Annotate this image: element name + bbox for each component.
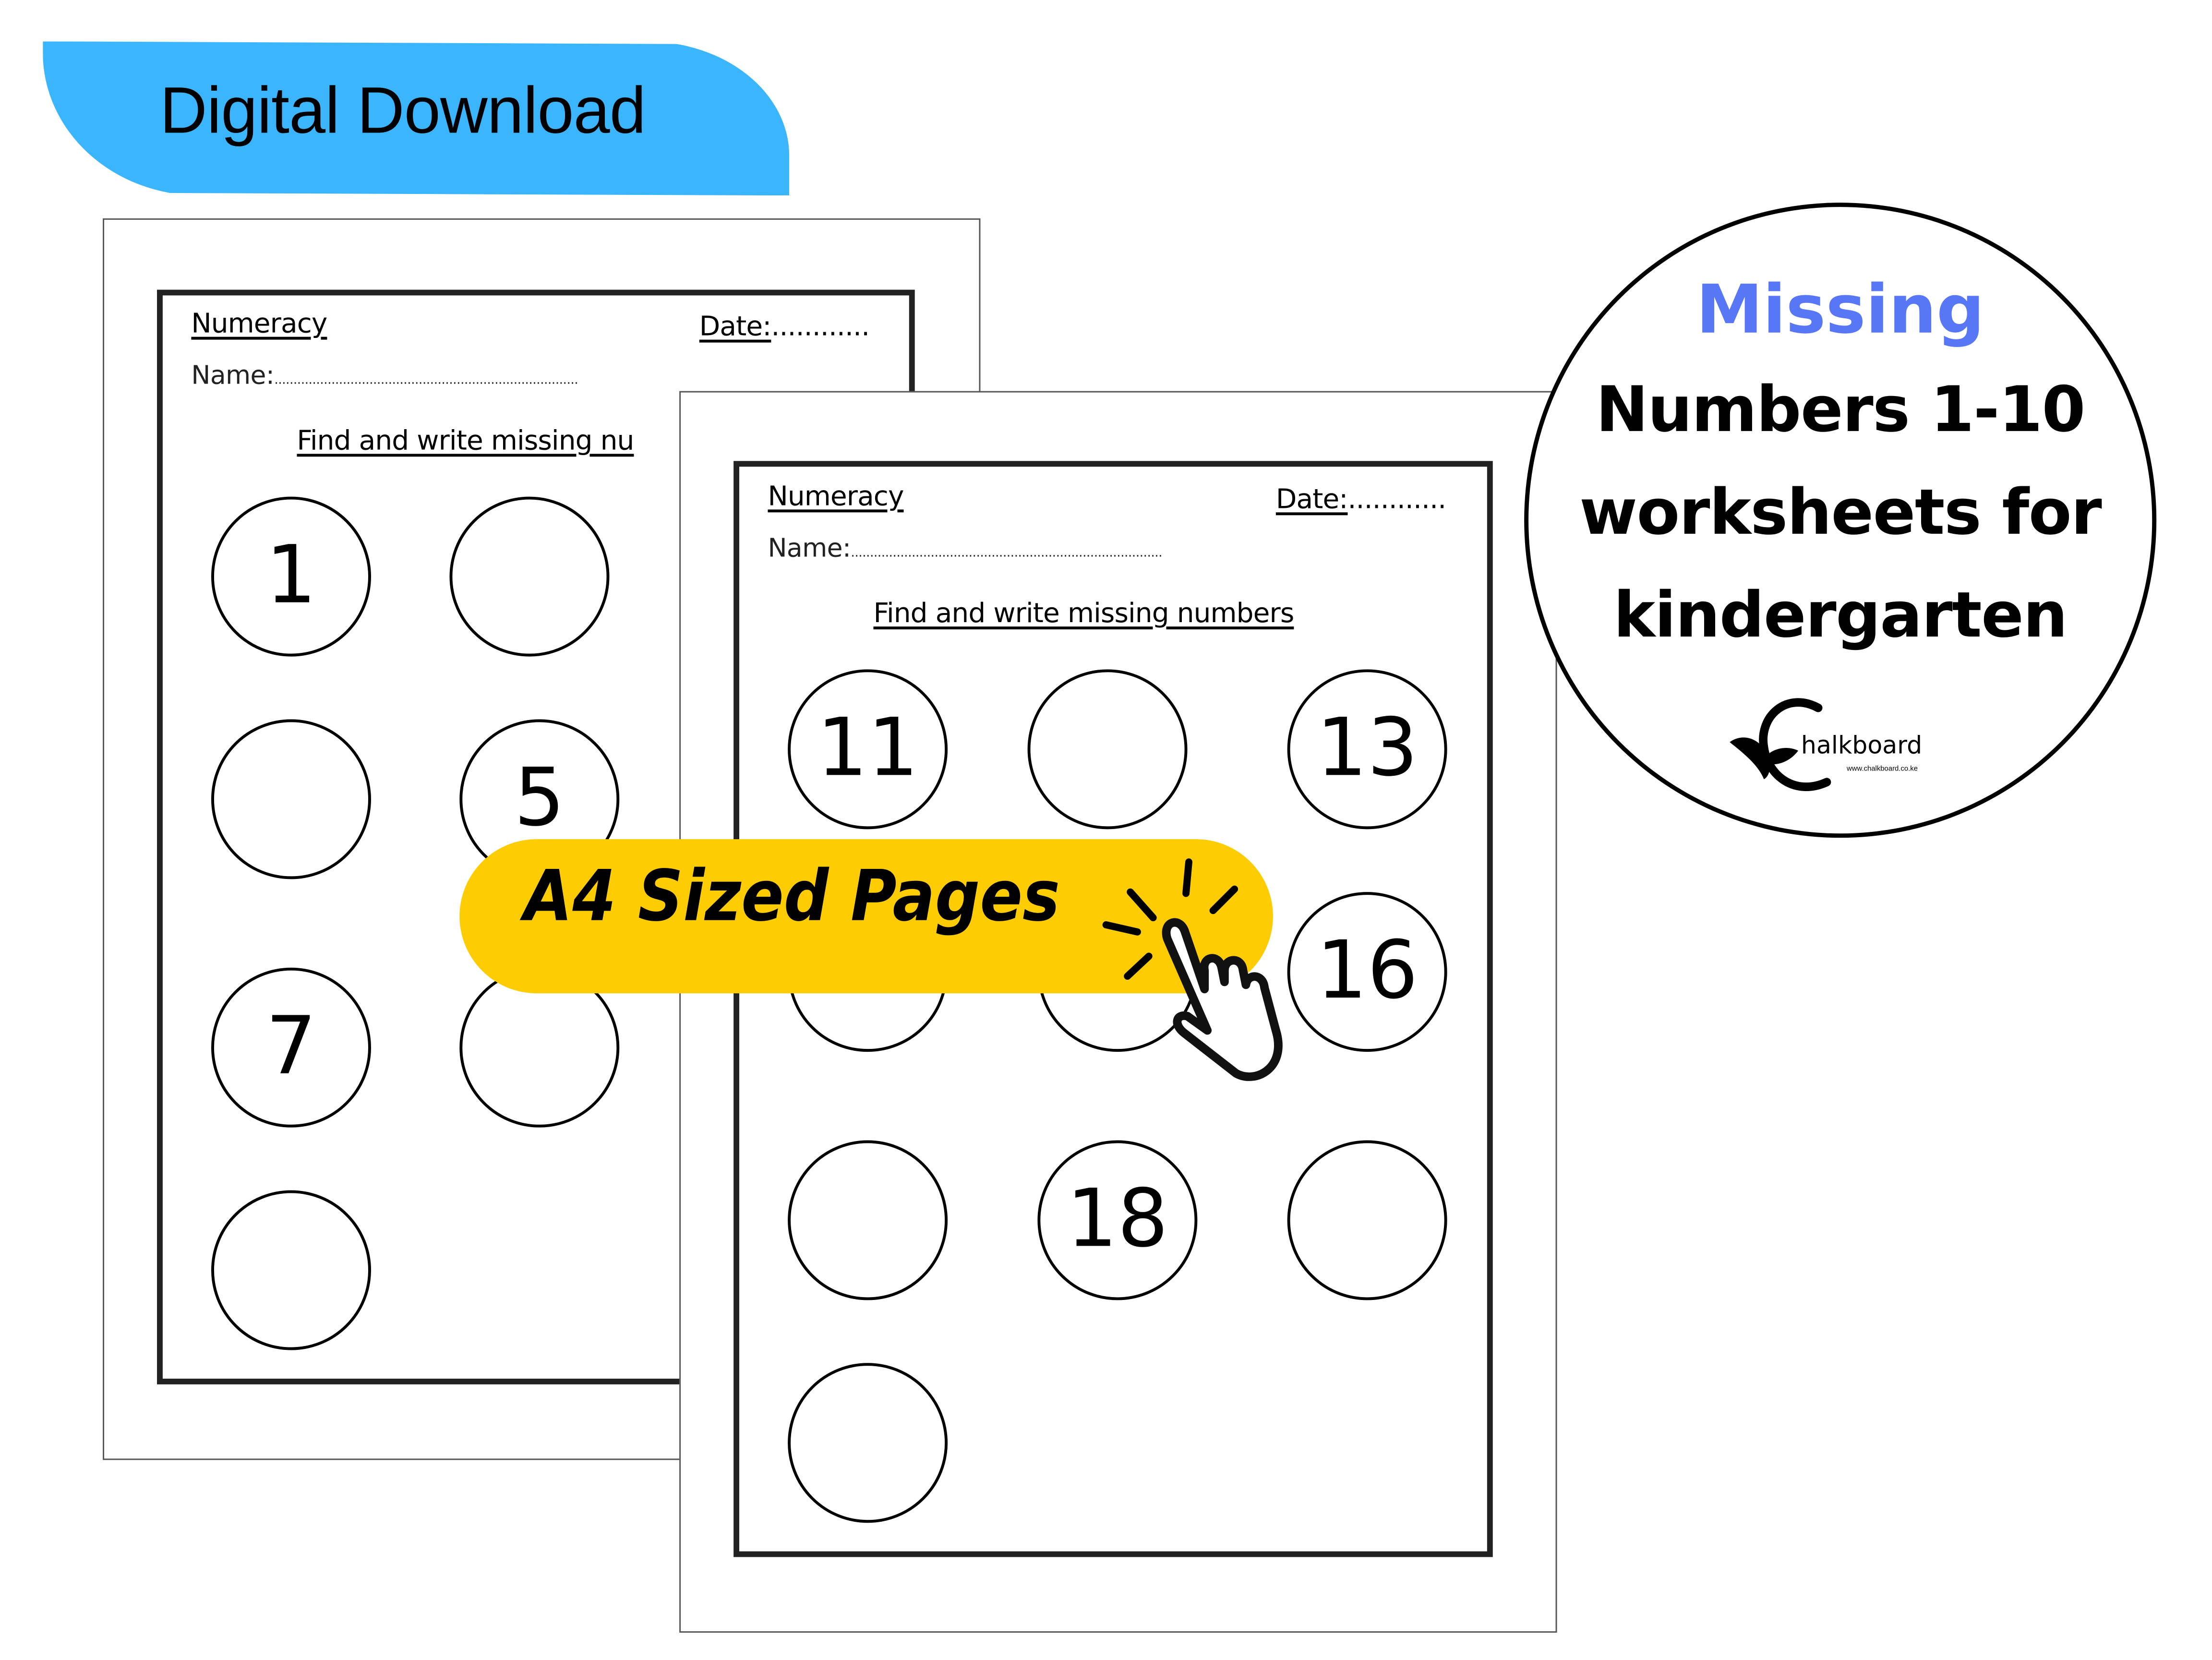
badge-line-2: worksheets for bbox=[1579, 476, 2102, 550]
logo-wordmark: halkboard bbox=[1801, 732, 1923, 761]
name-dots: ........................................… bbox=[851, 546, 1163, 561]
badge-line-3: kindergarten bbox=[1613, 579, 2068, 652]
worksheet-back-name: Name:...................................… bbox=[191, 361, 679, 391]
click-ray bbox=[1102, 921, 1141, 936]
worksheet-back-instruction: Find and write missing nu bbox=[297, 425, 634, 457]
click-ray bbox=[1124, 952, 1153, 980]
click-ray bbox=[1209, 885, 1238, 914]
worksheet-back-date: Date:............ bbox=[699, 311, 870, 343]
date-label: Date: bbox=[1275, 483, 1348, 516]
number-circle bbox=[211, 1190, 371, 1350]
date-dots: ............ bbox=[1347, 483, 1446, 516]
number-circle: 18 bbox=[1037, 1140, 1198, 1300]
a4-sized-pages-label: A4 Sized Pages bbox=[524, 856, 1060, 938]
pointing-hand-click-icon bbox=[1102, 858, 1283, 1081]
number-circle: 13 bbox=[1287, 669, 1447, 830]
worksheet-front-name: Name:...................................… bbox=[768, 534, 1259, 564]
date-label: Date: bbox=[699, 311, 772, 343]
worksheet-front-instruction: Find and write missing numbers bbox=[873, 598, 1294, 630]
name-dots: ........................................… bbox=[274, 373, 578, 388]
number-circle bbox=[1027, 669, 1188, 830]
number-circle bbox=[211, 719, 371, 879]
click-ray bbox=[1127, 888, 1157, 922]
number-circle bbox=[788, 1363, 948, 1523]
product-image: Digital Download Numeracy Date:.........… bbox=[0, 0, 2212, 1660]
number-circle: 11 bbox=[788, 669, 948, 830]
worksheet-front-subject: Numeracy bbox=[768, 481, 904, 513]
badge-title: Missing bbox=[1696, 271, 1985, 350]
click-ray bbox=[1182, 858, 1192, 897]
worksheet-back-subject: Numeracy bbox=[191, 308, 327, 340]
number-circle: 7 bbox=[211, 967, 371, 1128]
number-circle bbox=[1287, 1140, 1447, 1300]
name-label: Name: bbox=[768, 533, 851, 564]
name-label: Name: bbox=[191, 361, 275, 391]
number-circle bbox=[788, 1140, 948, 1300]
number-circle: 1 bbox=[211, 496, 371, 657]
worksheet-front-date: Date:............ bbox=[1276, 484, 1446, 515]
digital-download-label: Digital Download bbox=[159, 72, 646, 147]
logo-url: www.chalkboard.co.ke bbox=[1847, 765, 1918, 774]
badge-line-1: Numbers 1-10 bbox=[1596, 373, 2085, 447]
number-circle bbox=[449, 496, 610, 657]
date-dots: ............ bbox=[771, 311, 870, 343]
